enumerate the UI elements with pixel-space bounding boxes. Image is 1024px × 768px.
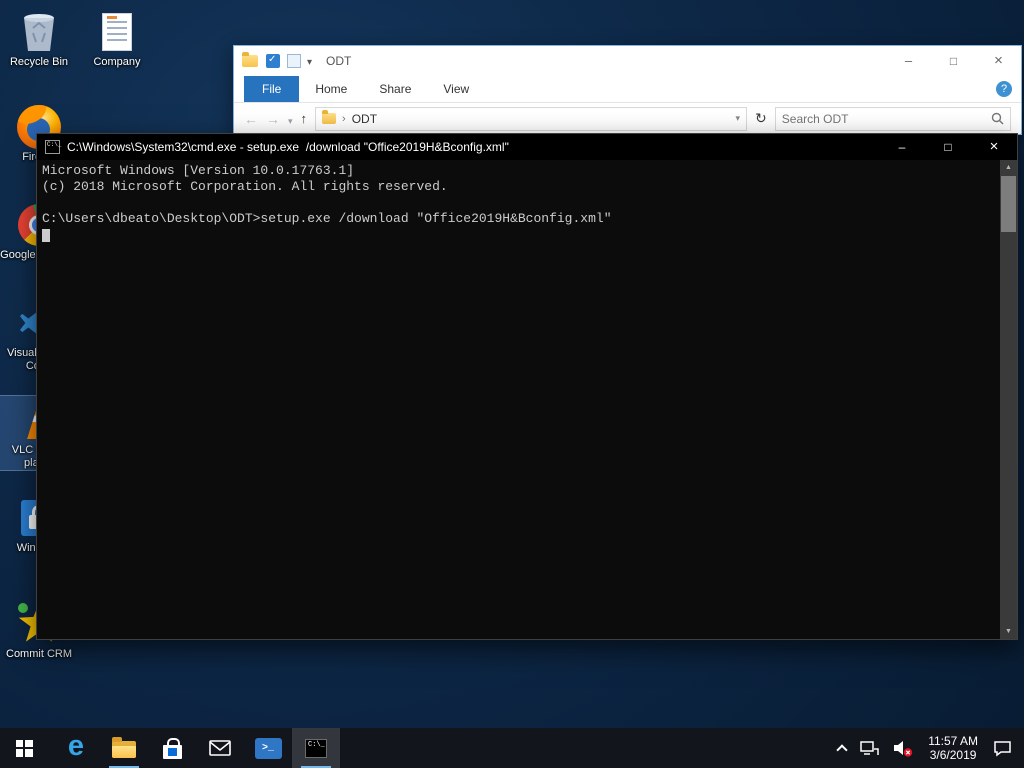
action-center-icon	[994, 740, 1011, 756]
cmd-console[interactable]: Microsoft Windows [Version 10.0.17763.1]…	[37, 160, 1017, 639]
tab-share[interactable]: Share	[363, 76, 427, 102]
console-cursor-line	[42, 227, 1000, 247]
tab-file[interactable]: File	[244, 76, 300, 102]
desktop: Recycle Bin Company Firefox Google Chrom…	[0, 0, 1024, 768]
system-tray: 11:57 AM 3/6/2019	[831, 728, 1024, 768]
cmd-icon	[45, 140, 61, 154]
recent-locations-caret-icon[interactable]	[288, 111, 293, 127]
quick-access-newfolder-icon[interactable]	[287, 54, 301, 68]
volume-button[interactable]	[886, 728, 920, 768]
taskbar-mail-button[interactable]	[196, 728, 244, 768]
explorer-address-row: ODT	[234, 103, 1021, 134]
explorer-window: ODT File Home Share View ODT	[233, 45, 1022, 135]
console-line: Microsoft Windows [Version 10.0.17763.1]	[42, 163, 355, 178]
taskbar-edge-button[interactable]: e	[52, 728, 100, 768]
explorer-maximize-button[interactable]	[931, 46, 976, 76]
cmd-window-title: C:\Windows\System32\cmd.exe - setup.exe …	[67, 140, 509, 154]
desktop-icon-recycle-bin[interactable]: Recycle Bin	[0, 8, 78, 69]
cmd-window: C:\Windows\System32\cmd.exe - setup.exe …	[36, 133, 1018, 640]
network-icon	[860, 740, 879, 755]
taskbar-powershell-button[interactable]	[244, 728, 292, 768]
quick-access-properties-icon[interactable]	[266, 54, 280, 68]
explorer-close-button[interactable]	[976, 46, 1021, 76]
edge-icon: e	[67, 730, 85, 762]
icon-label: Commit CRM	[6, 648, 72, 660]
search-box[interactable]	[774, 106, 1011, 131]
desktop-icon-company[interactable]: Company	[78, 8, 156, 69]
tab-view[interactable]: View	[427, 76, 485, 102]
mail-icon	[209, 740, 231, 756]
taskbar-clock[interactable]: 11:57 AM 3/6/2019	[920, 734, 986, 762]
taskbar-explorer-button[interactable]	[100, 728, 148, 768]
search-input[interactable]	[781, 111, 987, 126]
search-icon	[991, 112, 1004, 125]
help-icon[interactable]	[996, 81, 1012, 97]
text-cursor	[42, 229, 50, 242]
recycle-bin-icon	[17, 10, 61, 54]
chevron-up-icon	[836, 744, 848, 756]
scrollbar-thumb[interactable]	[1001, 176, 1016, 232]
icon-label: Recycle Bin	[9, 56, 69, 68]
tab-home[interactable]: Home	[299, 76, 363, 102]
taskbar: e >_ C:\_ 11:57 AM 3/6/2019	[0, 728, 1024, 768]
cmd-titlebar[interactable]: C:\Windows\System32\cmd.exe - setup.exe …	[37, 134, 1017, 160]
scroll-up-icon[interactable]	[1000, 160, 1017, 175]
breadcrumb[interactable]: ODT	[352, 112, 377, 126]
speaker-muted-icon	[894, 740, 913, 757]
folder-icon	[322, 110, 337, 124]
folder-icon	[242, 52, 258, 67]
icon-label: Company	[93, 56, 141, 68]
taskbar-cmd-button[interactable]	[292, 728, 340, 768]
forward-arrow-icon[interactable]	[266, 111, 280, 127]
document-icon	[95, 10, 139, 54]
console-line: C:\Users\dbeato\Desktop\ODT>setup.exe /d…	[42, 211, 612, 226]
windows-logo-icon	[15, 739, 33, 757]
cmd-minimize-button[interactable]	[879, 134, 925, 160]
start-button[interactable]	[0, 728, 48, 768]
network-status-button[interactable]	[853, 728, 886, 768]
address-dropdown-caret-icon[interactable]	[736, 113, 741, 124]
breadcrumb-separator-icon	[342, 113, 346, 125]
clock-date: 3/6/2019	[929, 748, 977, 762]
scrollbar[interactable]	[1000, 160, 1017, 639]
explorer-window-title: ODT	[326, 54, 352, 68]
explorer-minimize-button[interactable]	[886, 46, 931, 76]
explorer-titlebar[interactable]: ODT	[234, 46, 1021, 76]
show-hidden-icons-button[interactable]	[831, 728, 853, 768]
up-arrow-icon[interactable]	[301, 111, 308, 126]
powershell-icon	[254, 737, 282, 759]
file-explorer-icon	[112, 737, 136, 758]
action-center-button[interactable]	[986, 728, 1024, 768]
console-output: Microsoft Windows [Version 10.0.17763.1]…	[37, 160, 1000, 639]
explorer-ribbon-tabs: File Home Share View	[234, 76, 1021, 103]
refresh-icon[interactable]	[755, 110, 767, 127]
store-icon	[162, 737, 182, 759]
quick-access-customize-caret-icon[interactable]	[307, 52, 312, 70]
console-line: (c) 2018 Microsoft Corporation. All righ…	[42, 179, 448, 194]
cmd-maximize-button[interactable]	[925, 134, 971, 160]
taskbar-store-button[interactable]	[148, 728, 196, 768]
back-arrow-icon[interactable]	[244, 111, 258, 127]
cmd-icon	[305, 738, 327, 758]
cmd-close-button[interactable]	[971, 134, 1017, 160]
scroll-down-icon[interactable]	[1000, 624, 1017, 639]
clock-time: 11:57 AM	[928, 734, 978, 748]
address-bar[interactable]: ODT	[315, 106, 748, 131]
